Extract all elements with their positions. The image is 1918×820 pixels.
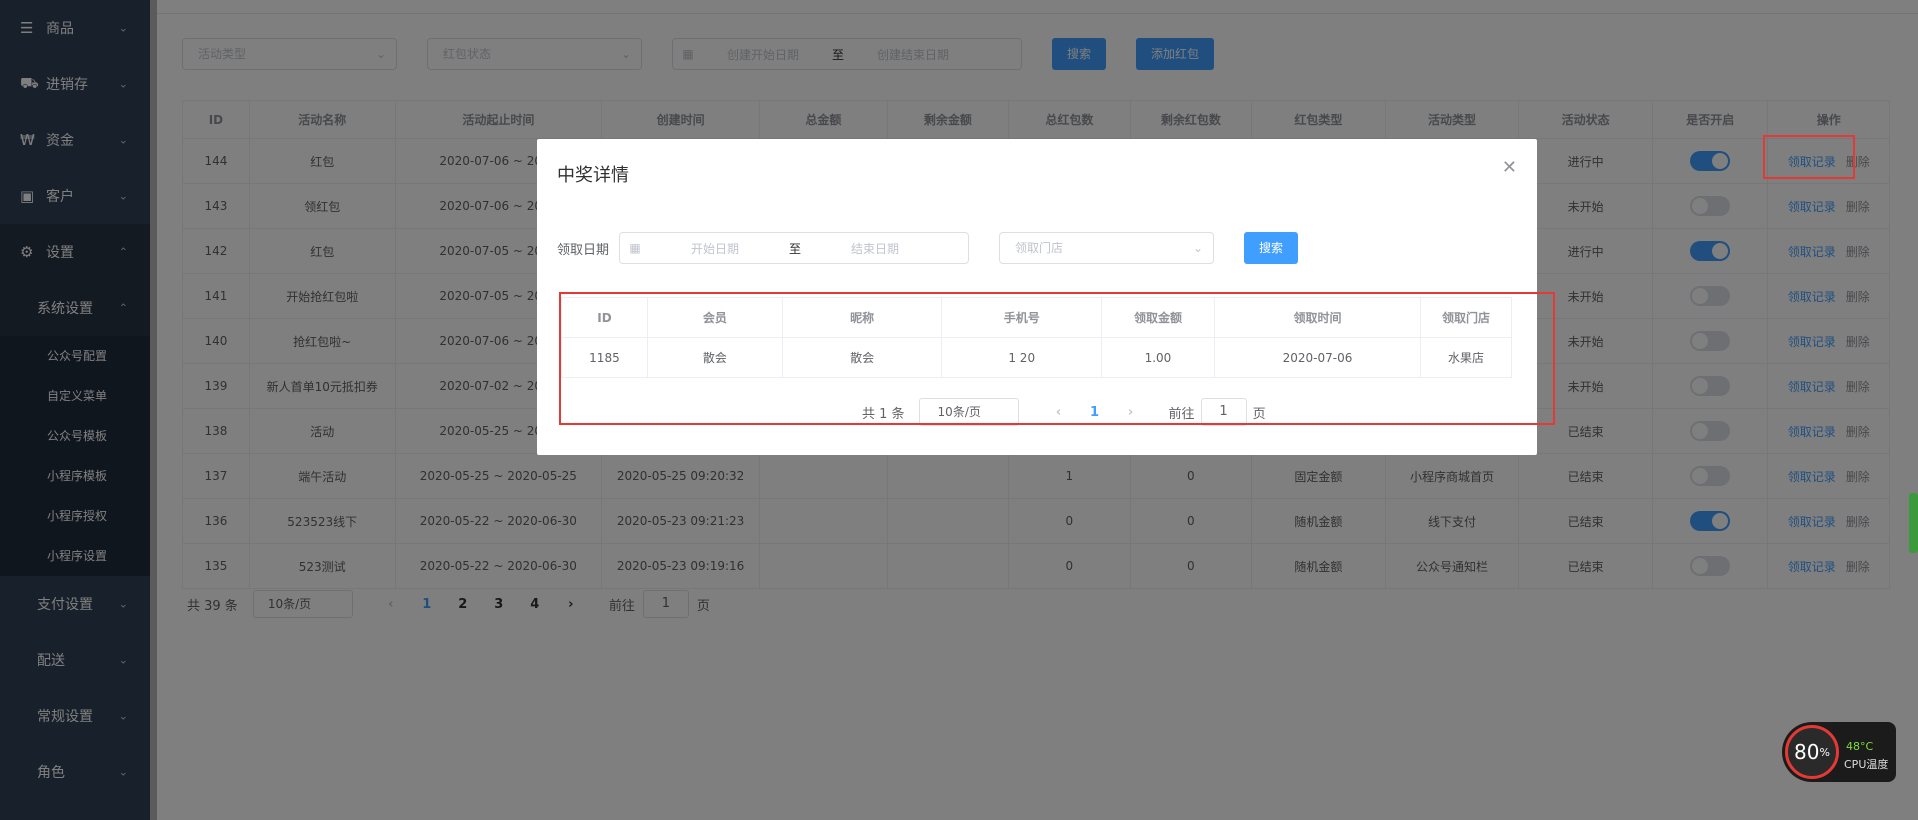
- start-date-input[interactable]: 开始日期: [650, 240, 780, 257]
- close-icon[interactable]: ✕: [1502, 157, 1517, 178]
- highlight-box-record-link: [1763, 135, 1855, 179]
- calendar-icon: ▦: [629, 241, 641, 255]
- cpu-usage-gauge: 80%: [1785, 725, 1839, 779]
- cpu-temperature: 48°C: [1846, 740, 1874, 753]
- claim-date-range[interactable]: ▦ 开始日期 至 结束日期: [619, 232, 970, 264]
- dialog-title: 中奖详情: [557, 165, 629, 186]
- scrollbar-thumb[interactable]: [1909, 493, 1918, 553]
- range-separator: 至: [789, 241, 802, 256]
- dialog-filter-bar: 领取日期 ▦ 开始日期 至 结束日期 领取门店 ⌄ 搜索: [557, 232, 1299, 264]
- date-label: 领取日期: [557, 242, 610, 258]
- chevron-down-icon: ⌄: [1192, 241, 1204, 255]
- highlight-box-dialog-table: [559, 292, 1555, 425]
- dialog-search-button[interactable]: 搜索: [1244, 232, 1299, 264]
- end-date-input[interactable]: 结束日期: [810, 240, 940, 257]
- store-select[interactable]: 领取门店 ⌄: [999, 232, 1215, 264]
- cpu-temp-label: CPU温度: [1844, 758, 1889, 771]
- cpu-temp-widget: 80% 48°C CPU温度: [1782, 722, 1896, 782]
